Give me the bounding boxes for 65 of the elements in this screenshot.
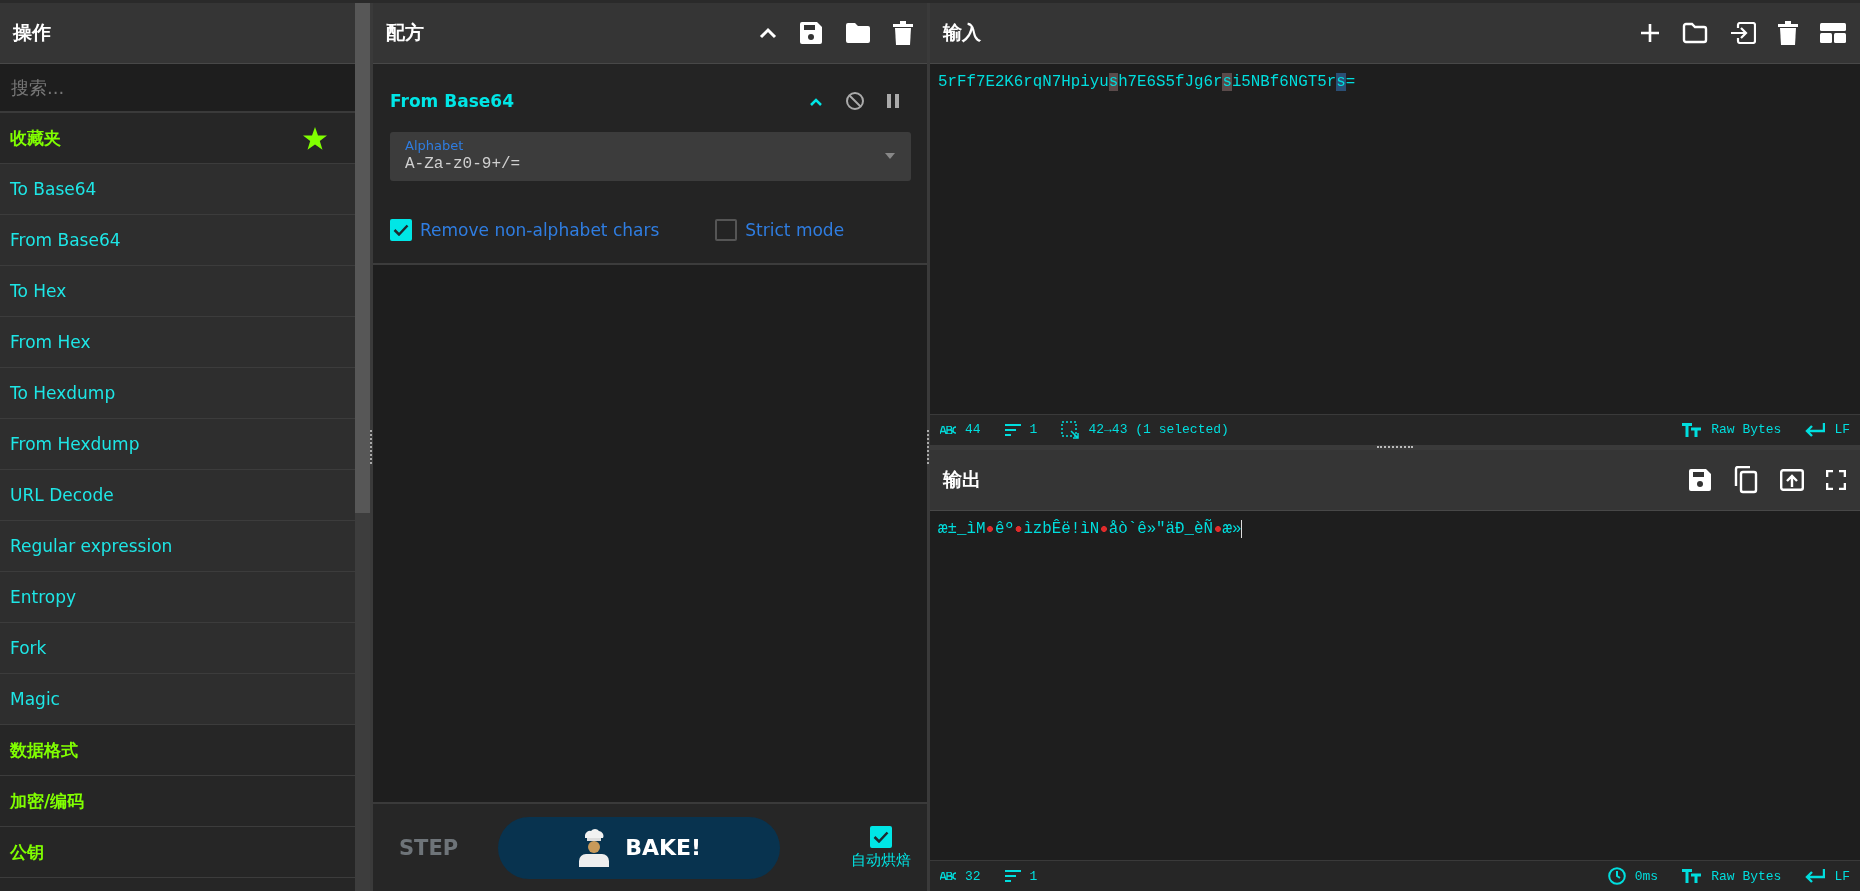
copy-icon[interactable]	[1734, 465, 1758, 494]
panel-title: 操作	[13, 20, 51, 45]
option-label: Strict mode	[745, 220, 845, 240]
input-text[interactable]: 5rFf7E2K6rqN7Hpiyush7E6S5fJg6rsi5NBf6NGT5rs=	[938, 73, 1356, 91]
option-label: Remove non-alphabet chars	[420, 220, 660, 240]
character-count-icon	[940, 872, 956, 880]
star-icon	[303, 126, 327, 150]
operation-item[interactable]: From Base64	[0, 215, 355, 266]
layout-icon[interactable]	[1820, 23, 1846, 43]
status-text: Raw Bytes	[1711, 422, 1782, 437]
character-count-icon	[940, 425, 956, 434]
operation-item[interactable]: From Hexdump	[0, 419, 355, 470]
checkbox[interactable]	[715, 219, 738, 241]
status-text: 32	[965, 868, 981, 884]
status-text: 42→43 (1 selected)	[1088, 422, 1229, 437]
operation-item[interactable]: To Base64	[0, 164, 355, 215]
replace-input-icon[interactable]	[1780, 468, 1804, 491]
font-icon	[1682, 869, 1703, 883]
trash-icon[interactable]	[1778, 21, 1798, 45]
fullscreen-icon[interactable]	[1826, 469, 1846, 490]
panel-title: 输入	[943, 20, 981, 45]
panel-title: 输出	[943, 466, 981, 492]
selection-icon	[1061, 420, 1080, 439]
lines-icon	[1004, 423, 1021, 436]
panel-title: 配方	[386, 20, 424, 45]
operation-item[interactable]: URL Decode	[0, 470, 355, 521]
disable-icon[interactable]	[845, 91, 865, 111]
status-text: Raw Bytes	[1711, 868, 1782, 884]
return-arrow-icon	[1805, 422, 1826, 437]
plus-icon[interactable]	[1640, 23, 1660, 43]
category-label: 收藏夹	[10, 126, 61, 150]
input-arrow-icon[interactable]	[1730, 22, 1756, 44]
operation-item[interactable]: Fork	[0, 623, 355, 674]
save-icon[interactable]	[799, 21, 823, 45]
alphabet-dropdown[interactable]: Alphabet A-Za-z0-9+/=	[390, 132, 911, 181]
folder-icon[interactable]	[845, 22, 871, 44]
chef-icon	[577, 828, 612, 867]
operation-item[interactable]: Entropy	[0, 572, 355, 623]
status-text: 1	[1029, 422, 1038, 437]
scrollbar[interactable]	[355, 3, 370, 891]
folder-icon[interactable]	[1682, 22, 1708, 44]
pause-icon[interactable]	[887, 94, 899, 108]
bake-button[interactable]: BAKE!	[498, 816, 781, 879]
operation-item[interactable]: To Hex	[0, 266, 355, 317]
font-icon	[1682, 422, 1703, 437]
auto-bake-label: 自动烘焙	[851, 850, 911, 870]
operation-title: From Base64	[390, 91, 514, 111]
status-text: LF	[1834, 868, 1850, 884]
caret-icon	[885, 153, 895, 159]
clock-icon	[1607, 867, 1626, 885]
trash-icon[interactable]	[893, 21, 913, 45]
chevron-up-icon[interactable]	[809, 96, 823, 106]
operation-item[interactable]: Regular expression	[0, 521, 355, 572]
return-arrow-icon	[1805, 869, 1826, 883]
status-text: 0ms	[1634, 868, 1659, 884]
search-field[interactable]: 搜索...	[0, 64, 355, 113]
status-text: LF	[1834, 422, 1850, 437]
status-text: 1	[1029, 868, 1038, 884]
operation-item[interactable]: To Hexdump	[0, 368, 355, 419]
lines-icon	[1004, 870, 1021, 882]
status-text: 44	[965, 422, 981, 437]
save-icon[interactable]	[1688, 467, 1712, 492]
operation-item[interactable]: Magic	[0, 674, 355, 725]
output-text[interactable]: æ±_ìM êº ìzbÊë!ìN åò`ê»"äÐ_èÑ æ»	[938, 519, 1243, 538]
operation-item[interactable]: From Hex	[0, 317, 355, 368]
